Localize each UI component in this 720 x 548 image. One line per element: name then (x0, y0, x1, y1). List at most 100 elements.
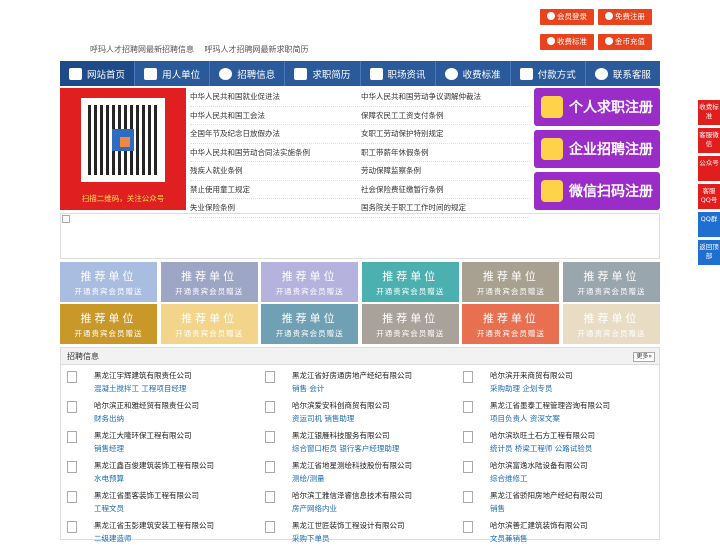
nav-pricing[interactable]: 收费标准 (436, 61, 511, 86)
company-name-link[interactable]: 哈尔滨善汇建筑装饰有限公司 (490, 520, 588, 531)
company-name-link[interactable]: 哈尔滨富逸水陆设备有限公司 (490, 460, 588, 471)
law-link[interactable]: 残疾人就业条例 (190, 165, 359, 176)
company-logo-icon (463, 521, 473, 533)
recommended-employer-slot[interactable]: 推荐单位 开通贵宾会员赠送 (563, 304, 660, 344)
side-wechat[interactable]: 客服微信 (698, 128, 720, 153)
login-button[interactable]: 会员登录 (540, 9, 594, 25)
recommended-employer-slot[interactable]: 推荐单位 开通贵宾会员赠送 (160, 304, 258, 344)
side-pricing[interactable]: 收费标准 (698, 100, 720, 125)
company-name-link[interactable]: 黑龙江省墨客装饰工程有限公司 (94, 490, 199, 501)
job-positions-link[interactable]: 二级建造师 (94, 533, 132, 544)
nav-news[interactable]: 职场资讯 (361, 61, 436, 86)
job-positions-link[interactable]: 房产网络内业 (292, 503, 337, 514)
job-positions-link[interactable]: 综合维修工 (490, 473, 528, 484)
recommended-employer-slot[interactable]: 推荐单位 开通贵宾会员赠送 (261, 262, 359, 302)
job-positions-link[interactable]: 工程文员 (94, 503, 124, 514)
job-positions-link[interactable]: 资运司机 销售助理 (292, 413, 354, 424)
job-positions-link[interactable]: 销售 会计 (292, 383, 324, 394)
company-name-link[interactable]: 哈尔滨爱安科创商贸有限公司 (292, 400, 390, 411)
register-button[interactable]: 免费注册 (598, 9, 652, 25)
recommended-employer-slot[interactable]: 推荐单位 开通贵宾会员赠送 (462, 304, 560, 344)
company-name-link[interactable]: 哈尔滨正和雅经贸有限责任公司 (94, 400, 199, 411)
coin-icon (605, 37, 613, 45)
job-positions-link[interactable]: 综合窗口柜员 银行客户经理助理 (292, 443, 399, 454)
job-positions-link[interactable]: 水电预算 (94, 473, 124, 484)
law-link[interactable]: 国务院关于职工工作时间的规定 (359, 202, 530, 213)
company-name-link[interactable]: 黑龙江省玉彭建筑安装工程有限公司 (94, 520, 214, 531)
company-name-link[interactable]: 哈尔滨玖旺土石方工程有限公司 (490, 430, 595, 441)
law-link[interactable]: 失业保险条例 (190, 202, 359, 213)
law-link[interactable]: 禁止使用童工规定 (190, 184, 359, 195)
recommended-employer-slot[interactable]: 推荐单位 开通贵宾会员赠送 (462, 262, 560, 302)
recommended-employer-slot[interactable]: 推荐单位 开通贵宾会员赠送 (60, 304, 157, 344)
job-positions-link[interactable]: 项目负责人 资深文案 (490, 413, 560, 424)
law-link[interactable]: 职工带薪年休假条例 (359, 147, 530, 158)
law-link-row: 中华人民共和国劳动合同法实施条例 职工带薪年休假条例 (190, 144, 530, 162)
ad-slot-title: 推荐单位 (281, 270, 338, 283)
company-name-link[interactable]: 黑龙江省好房通房地产经纪有限公司 (292, 370, 412, 381)
recommended-employer-slot[interactable]: 推荐单位 开通贵宾会员赠送 (563, 262, 660, 302)
tagline-resumes-link[interactable]: 呼玛人才招聘网最新求职简历 (205, 45, 309, 54)
tagline-jobs-link[interactable]: 呼玛人才招聘网最新招聘信息 (90, 45, 194, 54)
ad-slot-title: 推荐单位 (80, 270, 137, 283)
main-nav: 网站首页 用人单位 招聘信息 求职简历 职场资讯 收费标准 付款方式 联系客服 (60, 61, 660, 86)
nav-jobs[interactable]: 招聘信息 (210, 61, 286, 86)
company-name-link[interactable]: 黑龙江大隆环保工程有限公司 (94, 430, 192, 441)
job-positions-link[interactable]: 财务出纳 (94, 413, 124, 424)
side-back-to-top[interactable]: 返回顶部 (698, 240, 720, 265)
nav-employers[interactable]: 用人单位 (135, 61, 211, 86)
law-link[interactable]: 劳动保障监察条例 (359, 165, 530, 176)
job-positions-link[interactable]: 采购下单员 (292, 533, 330, 544)
law-link[interactable]: 中华人民共和国就业促进法 (190, 91, 359, 102)
law-link[interactable]: 中华人民共和国工会法 (190, 110, 359, 121)
job-positions-link[interactable]: 混凝土搅拌工 工程项目经理 (94, 383, 186, 394)
company-name-link[interactable]: 哈尔滨开来商贸有限公司 (490, 370, 573, 381)
law-link[interactable]: 中华人民共和国劳动争议调解仲裁法 (359, 91, 530, 102)
person-register-button[interactable]: 个人求职注册 (534, 88, 660, 126)
law-link[interactable]: 女职工劳动保护特别规定 (359, 128, 530, 139)
recommended-employer-slot[interactable]: 推荐单位 开通贵宾会员赠送 (160, 262, 258, 302)
company-name-link[interactable]: 黑龙江银雁科技服务有限公司 (292, 430, 390, 441)
company-name-link[interactable]: 哈尔滨工雅信泽睿信息技术有限公司 (292, 490, 412, 501)
recommended-employer-slot[interactable]: 推荐单位 开通贵宾会员赠送 (60, 262, 157, 302)
nav-resumes[interactable]: 求职简历 (285, 61, 361, 86)
law-link[interactable]: 社会保险费征缴暂行条例 (359, 184, 530, 195)
side-official[interactable]: 公众号 (698, 156, 720, 181)
job-positions-link[interactable]: 统计员 桥梁工程师 公路试验员 (490, 443, 592, 454)
company-name-link[interactable]: 黑龙江世匠装饰工程设计有限公司 (292, 520, 405, 531)
company-name-link[interactable]: 黑龙江省墨泰工程管理咨询有限公司 (490, 400, 610, 411)
law-link[interactable]: 中华人民共和国劳动合同法实施条例 (190, 147, 359, 158)
nav-contact[interactable]: 联系客服 (586, 61, 660, 86)
resume-icon (294, 67, 308, 80)
company-logo-icon (463, 401, 473, 413)
ad-slot-sub: 开通贵宾会员赠送 (175, 287, 244, 296)
side-qq[interactable]: 客服QQ号 (698, 184, 720, 209)
nav-home[interactable]: 网站首页 (60, 61, 136, 86)
recommended-employer-slot[interactable]: 推荐单位 开通贵宾会员赠送 (361, 262, 459, 302)
side-qq-group[interactable]: QQ群 (698, 212, 720, 237)
job-positions-link[interactable]: 文员兼销售 (490, 533, 528, 544)
job-item: 哈尔滨玖旺土石方工程有限公司 统计员 桥梁工程师 公路试验员 (457, 428, 653, 458)
jobs-more-link[interactable]: 更多» (633, 352, 655, 362)
company-name-link[interactable]: 黑龙江鑫百俊建筑装饰工程有限公司 (94, 460, 214, 471)
company-logo-icon (463, 431, 473, 443)
job-positions-link[interactable]: 销售经理 (94, 443, 124, 454)
job-positions-link[interactable]: 销售 (490, 503, 505, 514)
recharge-button[interactable]: 金币充值 (598, 34, 652, 50)
law-link[interactable]: 保障农民工工资支付条例 (359, 110, 530, 121)
job-positions-link[interactable]: 采购助理 企划专员 (490, 383, 552, 394)
company-name-link[interactable]: 黑龙江省地星测绘科技股份有限公司 (292, 460, 412, 471)
nav-payment[interactable]: 付款方式 (511, 61, 586, 86)
ad-slot-title: 推荐单位 (181, 312, 238, 325)
company-logo-icon (67, 401, 77, 413)
person-icon (541, 96, 563, 118)
company-name-link[interactable]: 黑龙江宇辉建筑有限责任公司 (94, 370, 192, 381)
wechat-register-button[interactable]: 微信扫码注册 (534, 172, 660, 210)
company-name-link[interactable]: 黑龙江省骄阳房地产经纪有限公司 (490, 490, 603, 501)
pricing-button[interactable]: 收费标准 (540, 34, 594, 50)
recommended-employer-slot[interactable]: 推荐单位 开通贵宾会员赠送 (261, 304, 359, 344)
company-register-button[interactable]: 企业招聘注册 (534, 130, 660, 168)
job-positions-link[interactable]: 测绘/测量 (292, 473, 325, 484)
law-link[interactable]: 全国年节及纪念日放假办法 (190, 128, 359, 139)
recommended-employer-slot[interactable]: 推荐单位 开通贵宾会员赠送 (361, 304, 459, 344)
